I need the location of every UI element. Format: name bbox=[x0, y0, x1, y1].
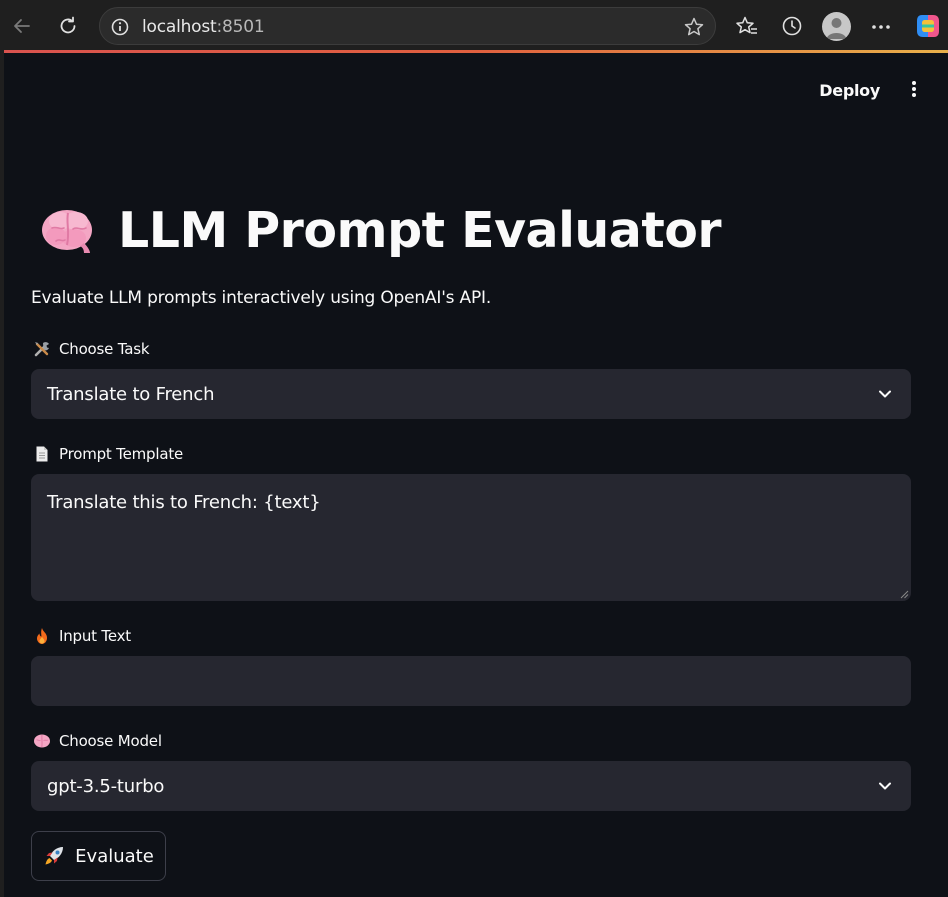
back-button[interactable] bbox=[6, 10, 38, 42]
reload-icon bbox=[60, 16, 76, 34]
browser-toolbar: localhost:8501 bbox=[0, 0, 948, 52]
person-icon bbox=[826, 18, 847, 39]
chevron-down-icon[interactable] bbox=[877, 386, 893, 402]
document-icon bbox=[36, 446, 48, 462]
favorite-star-icon[interactable] bbox=[683, 16, 705, 38]
task-select-value: Translate to French bbox=[47, 383, 215, 405]
copilot-icon[interactable] bbox=[913, 11, 943, 41]
template-label-text: Prompt Template bbox=[59, 445, 184, 463]
page-title: LLM Prompt Evaluator bbox=[118, 201, 722, 259]
main-menu-icon[interactable] bbox=[911, 80, 917, 98]
task-select[interactable]: Translate to French bbox=[31, 369, 911, 419]
page-subtitle: Evaluate LLM prompts interactively using… bbox=[31, 288, 492, 308]
url-text[interactable]: localhost:8501 bbox=[142, 17, 265, 37]
app-container: Deploy LLM Prompt Evaluator Evaluate LLM… bbox=[4, 53, 948, 897]
reload-button[interactable] bbox=[52, 10, 84, 42]
task-label: Choose Task bbox=[33, 340, 150, 358]
profile-avatar[interactable] bbox=[822, 12, 851, 41]
history-icon[interactable] bbox=[780, 14, 804, 38]
chevron-down-icon[interactable] bbox=[877, 778, 893, 794]
input-text-field[interactable] bbox=[31, 656, 911, 706]
favorites-icon[interactable] bbox=[735, 15, 759, 37]
template-label: Prompt Template bbox=[33, 445, 183, 463]
prompt-template-textarea[interactable]: Translate this to French: {text} bbox=[31, 474, 911, 601]
model-select[interactable]: gpt-3.5-turbo bbox=[31, 761, 911, 811]
back-arrow-icon bbox=[14, 19, 30, 33]
model-label: Choose Model bbox=[33, 732, 162, 750]
fire-icon bbox=[37, 628, 47, 644]
site-info-icon[interactable] bbox=[110, 17, 130, 37]
resize-handle-icon[interactable] bbox=[899, 589, 909, 599]
brain-icon bbox=[34, 734, 50, 748]
tools-icon bbox=[34, 342, 49, 357]
deploy-button[interactable]: Deploy bbox=[819, 81, 880, 100]
evaluate-button-label: Evaluate bbox=[75, 845, 154, 867]
rocket-icon bbox=[45, 847, 64, 865]
brain-icon bbox=[42, 210, 92, 253]
model-select-value: gpt-3.5-turbo bbox=[47, 775, 165, 797]
input-label-text: Input Text bbox=[59, 627, 131, 645]
evaluate-button[interactable]: Evaluate bbox=[31, 831, 166, 881]
page-title-row: LLM Prompt Evaluator bbox=[40, 201, 722, 259]
more-options-icon[interactable] bbox=[871, 24, 891, 30]
url-host: localhost bbox=[142, 17, 217, 37]
address-bar[interactable]: localhost:8501 bbox=[99, 7, 716, 45]
task-label-text: Choose Task bbox=[59, 340, 150, 358]
model-label-text: Choose Model bbox=[59, 732, 162, 750]
input-label: Input Text bbox=[33, 627, 131, 645]
prompt-template-value: Translate this to French: {text} bbox=[47, 492, 321, 513]
url-port: :8501 bbox=[216, 17, 265, 37]
